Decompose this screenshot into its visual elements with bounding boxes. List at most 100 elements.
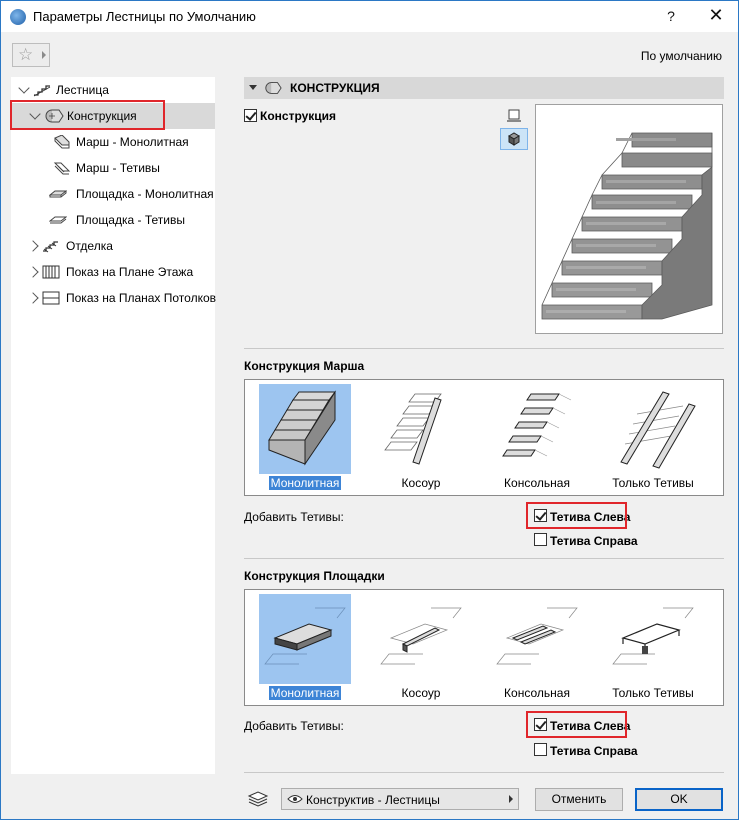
landing-option-cantilever[interactable]: Консольная [491,594,583,701]
3d-view-button[interactable] [500,128,528,150]
flight-structure-options: Монолитная Косоур Консольная Только Тети… [244,379,724,496]
landing-option-caption-text: Монолитная [268,686,342,700]
layers-icon [247,791,269,807]
tree-item-label: Марш - Тетивы [76,161,160,175]
flight-stringers-only-image [620,391,696,469]
structure-checkbox[interactable] [244,109,257,122]
flight-option-caption: Косоур [401,476,441,490]
cancel-button[interactable]: Отменить [535,788,623,811]
ceiling-plan-icon [42,291,60,305]
landing-option-caption: Консольная [504,686,570,700]
flight-option-cantilever[interactable]: Консольная [491,384,583,491]
flight-right-stringer-checkbox[interactable] [534,533,547,546]
chevron-right-icon [509,795,513,803]
3d-view-icon [508,132,520,146]
landing-option-thumb [491,594,583,684]
flight-option-caption: Консольная [504,476,570,490]
chevron-right-icon [42,51,46,59]
tree-item-landing-monolithic[interactable]: Площадка - Монолитная [11,181,215,207]
landing-structure-title: Конструкция Площадки [244,569,385,583]
tree-item-floor-plan[interactable]: Показ на Плане Этажа [11,259,215,285]
separator [244,558,724,559]
flight-add-stringers-label: Добавить Тетивы: [244,510,344,524]
collapse-triangle-icon[interactable] [249,85,257,90]
flight-monolithic-image [268,390,336,466]
tree-item-flight-stringers[interactable]: Марш - Тетивы [11,155,215,181]
chevron-right-icon[interactable] [27,292,39,304]
landing-option-thumb [259,594,351,684]
window-title: Параметры Лестницы по Умолчанию [33,9,256,24]
tree-item-finish[interactable]: Отделка [11,233,215,259]
dialog-window: Параметры Лестницы по Умолчанию ? ✕ ☆ По… [0,0,739,820]
landing-stringer-image [380,607,462,665]
layer-dropdown[interactable]: Конструктив - Лестницы [281,788,519,810]
default-settings-label: По умолчанию [640,49,722,63]
chevron-right-icon[interactable] [27,266,39,278]
landing-cantilever-image [496,607,578,665]
close-button[interactable]: ✕ [703,4,729,28]
flight-option-monolithic[interactable]: Монолитная [259,384,351,491]
flight-option-thumb [607,384,699,474]
flight-stringer-image [384,393,442,465]
section-header-label: КОНСТРУКЦИЯ [290,81,380,95]
flight-structure-title: Конструкция Марша [244,359,365,373]
tree-item-ceiling-plan[interactable]: Показ на Планах Потолков [11,285,216,311]
landing-right-stringer-checkbox[interactable] [534,743,547,756]
structure-icon [265,82,282,94]
landing-option-stringers-only[interactable]: Только Тетивы [607,594,699,701]
stair-icon [33,85,51,97]
separator [244,772,724,773]
highlight-box-flight-left-stringer [526,502,627,529]
favorites-button[interactable]: ☆ [12,43,50,67]
landing-add-stringers-label: Добавить Тетивы: [244,719,344,733]
structure-checkbox-label: Конструкция [260,109,337,123]
flight-option-stringers-only[interactable]: Только Тетивы [607,384,699,491]
landing-option-thumb [607,594,699,684]
archicad-app-icon [10,9,26,25]
landing-option-caption: Только Тетивы [612,686,694,700]
tree-item-label: Показ на Планах Потолков [66,291,216,305]
tree-item-label: Площадка - Монолитная [76,187,214,201]
ok-button[interactable]: OK [635,788,723,811]
flight-option-caption-text: Монолитная [268,476,342,490]
tree-item-label: Показ на Плане Этажа [66,265,194,279]
plan-view-icon[interactable] [500,105,528,127]
flight-option-caption: Монолитная [259,476,351,490]
star-icon: ☆ [18,45,34,64]
chevron-right-icon[interactable] [27,240,39,252]
flight-option-caption: Только Тетивы [612,476,694,490]
tree-item-label: Отделка [66,239,113,253]
landing-right-stringer-label: Тетива Справа [550,744,638,758]
tree-item-flight-monolithic[interactable]: Марш - Монолитная [11,129,215,155]
flight-cantilever-image [502,393,572,457]
landing-monolithic-icon [49,190,67,198]
flight-option-thumb [375,384,467,474]
landing-option-monolithic[interactable]: Монолитная [259,594,351,701]
landing-option-thumb [375,594,467,684]
separator [244,348,724,349]
help-button[interactable]: ? [661,6,681,26]
landing-option-stringer[interactable]: Косоур [375,594,467,701]
tree-item-label: Площадка - Тетивы [76,213,185,227]
highlight-box-landing-left-stringer [526,711,627,738]
stair-3d-preview [535,104,723,334]
chevron-down-icon[interactable] [18,82,30,94]
highlight-box-structure [10,100,165,130]
finish-icon [43,241,58,253]
flight-right-stringer-label: Тетива Справа [550,534,638,548]
flight-option-thumb [259,384,351,474]
eye-icon [287,795,303,803]
flight-option-stringer[interactable]: Косоур [375,384,467,491]
landing-structure-options: Монолитная Косоур Консольная Только Тети… [244,589,724,706]
landing-stringers-only-image [612,607,694,665]
landing-option-caption: Монолитная [259,686,351,700]
floor-plan-icon [42,265,60,279]
flight-stringers-icon [53,162,71,175]
flight-monolithic-icon [54,135,70,149]
landing-option-caption: Косоур [401,686,441,700]
settings-tree: Лестница Конструкция Марш - Монолитная М… [11,77,216,774]
tree-item-landing-stringers[interactable]: Площадка - Тетивы [11,207,215,233]
section-header-structure[interactable]: КОНСТРУКЦИЯ [244,77,724,99]
landing-monolithic-image [264,607,346,665]
landing-stringers-icon [49,216,67,224]
